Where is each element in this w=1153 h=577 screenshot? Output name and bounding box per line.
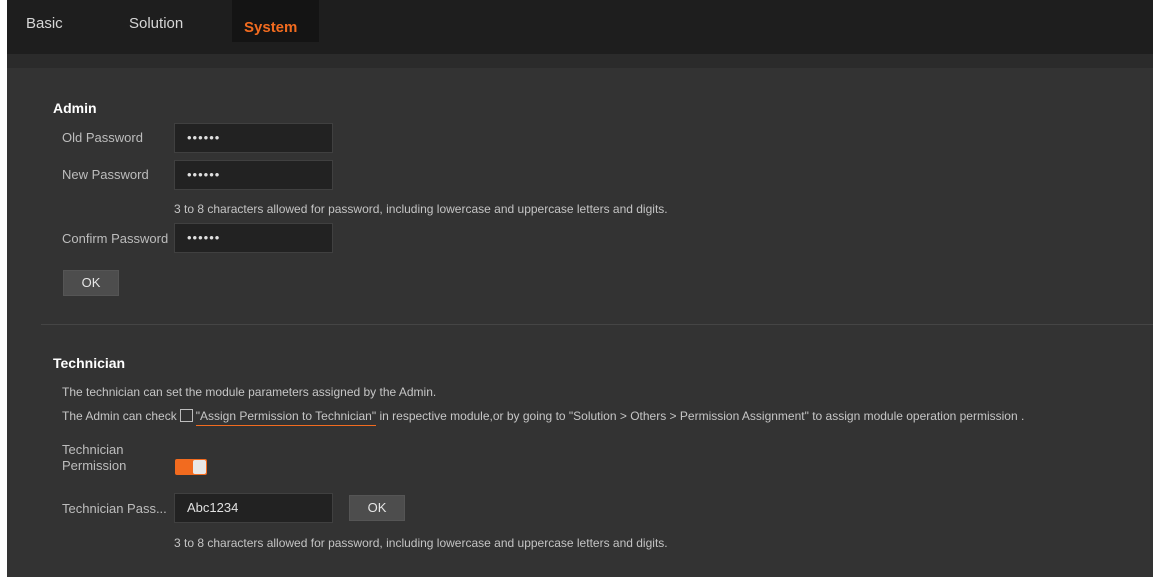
old-password-label: Old Password [62, 130, 143, 145]
technician-permission-toggle[interactable] [175, 459, 207, 475]
assign-permission-checkbox-icon [179, 409, 193, 422]
old-password-field[interactable]: •••••• [174, 123, 333, 153]
new-password-label: New Password [62, 167, 149, 182]
confirm-password-value: •••••• [187, 230, 221, 245]
old-password-value: •••••• [187, 130, 221, 145]
technician-permission-label-line1: Technician [62, 442, 124, 457]
confirm-password-field[interactable]: •••••• [174, 223, 333, 253]
admin-password-hint: 3 to 8 characters allowed for password, … [174, 202, 668, 216]
top-nav-bar: Basic Solution System [7, 0, 1153, 54]
admin-ok-button[interactable]: OK [63, 270, 119, 296]
technician-permission-label-line2: Permission [62, 458, 127, 473]
technician-description-2: The Admin can check "Assign Permission to… [62, 409, 1025, 426]
admin-section-title: Admin [53, 100, 97, 116]
description-2-suffix: in respective module,or by going to "Sol… [379, 409, 1025, 423]
technician-password-hint: 3 to 8 characters allowed for password, … [174, 536, 668, 550]
content-header-strip [7, 54, 1153, 68]
tab-basic[interactable]: Basic [26, 16, 63, 31]
section-divider [41, 324, 1153, 325]
tab-system-label: System [244, 19, 298, 36]
description-2-prefix: The Admin can check [62, 409, 177, 423]
assign-permission-link[interactable]: "Assign Permission to Technician" [195, 409, 377, 426]
new-password-field[interactable]: •••••• [174, 160, 333, 190]
tab-solution[interactable]: Solution [129, 16, 183, 31]
new-password-value: •••••• [187, 167, 221, 182]
technician-description-1: The technician can set the module parame… [62, 385, 437, 399]
technician-ok-button[interactable]: OK [349, 495, 405, 521]
technician-section-title: Technician [53, 355, 126, 371]
technician-password-value: Abc1234 [187, 500, 239, 515]
confirm-password-label: Confirm Password [62, 231, 169, 246]
toggle-knob [193, 460, 206, 474]
technician-password-label: Technician Pass... [62, 501, 167, 516]
technician-password-field[interactable]: Abc1234 [174, 493, 333, 523]
tab-system[interactable]: System [232, 0, 319, 42]
main-frame: Basic Solution System Admin Old Password… [7, 0, 1153, 577]
